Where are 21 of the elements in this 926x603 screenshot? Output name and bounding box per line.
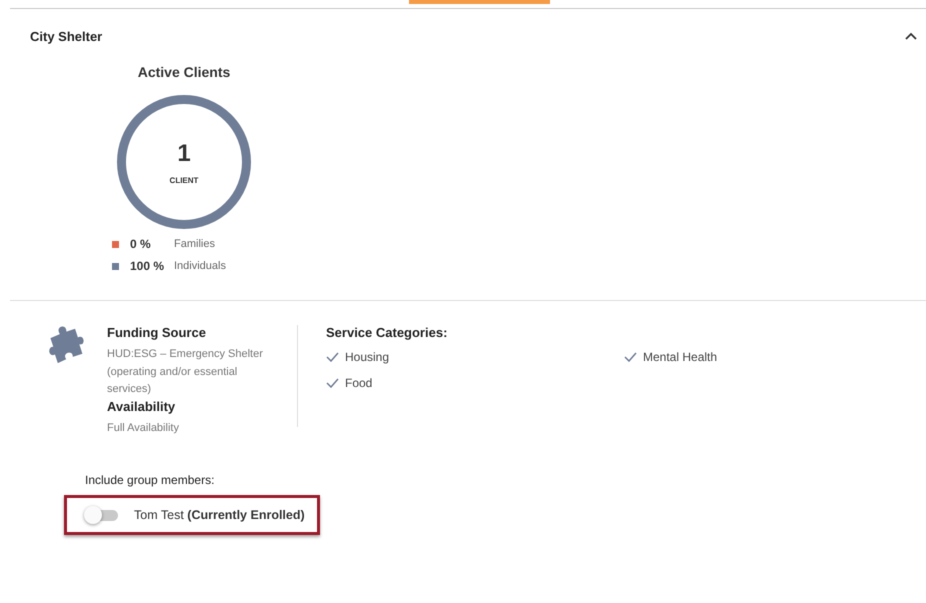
group-members-label: Include group members: (85, 473, 216, 487)
availability-heading: Availability (107, 398, 176, 414)
funding-source-heading: Funding Source (107, 325, 207, 340)
member-name: Tom Test (Currently Enrolled) (134, 508, 305, 522)
availability-value: Full Availability (107, 420, 180, 436)
client-count: 1 (177, 140, 191, 168)
service-category: Housing (345, 350, 390, 364)
legend-percent: 0 % (130, 237, 152, 251)
service-category: Food (345, 376, 372, 390)
service-category: Mental Health (643, 350, 718, 364)
legend-label: Families (174, 238, 215, 250)
funding-source-value: HUD:ESG – Emergency Shelter (operating and/or essential services) (107, 347, 264, 397)
client-unit-label: CLIENT (170, 176, 198, 184)
legend-percent: 100 % (130, 259, 166, 273)
member-toggle[interactable] (84, 505, 120, 525)
service-categories-heading: Service Categories: (326, 325, 448, 340)
section-title: City Shelter (30, 28, 102, 44)
legend-label: Individuals (174, 260, 226, 272)
collapse-chevron-icon[interactable] (904, 31, 918, 41)
chart-title: Active Clients (138, 64, 230, 80)
puzzle-piece-icon (48, 325, 84, 363)
